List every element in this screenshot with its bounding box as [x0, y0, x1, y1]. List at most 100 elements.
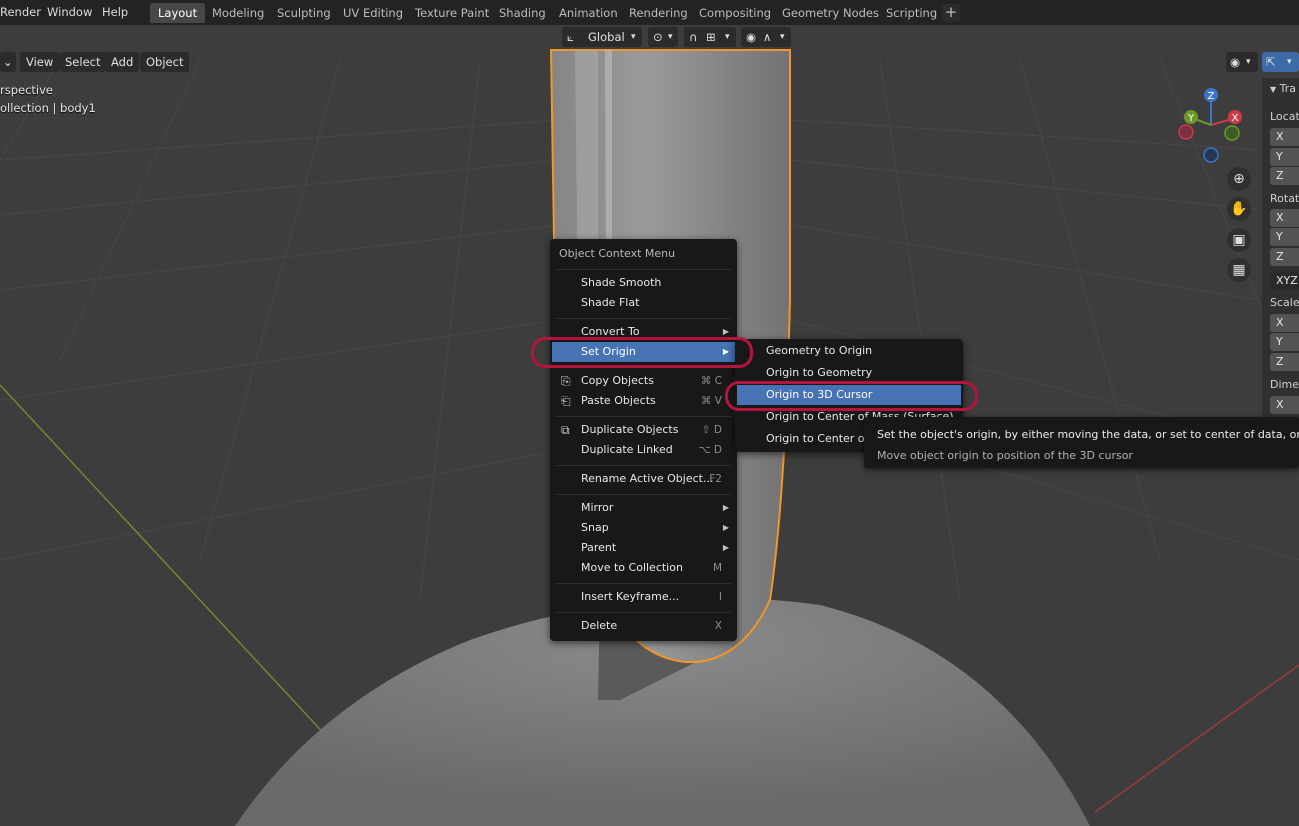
parent-item[interactable]: Parent ▶ — [552, 538, 735, 558]
rotation-label: Rotati — [1270, 192, 1299, 205]
grid-ortho-icon[interactable]: ▦ — [1227, 258, 1251, 282]
snapping-dropdown[interactable]: ∩ ⊞ ▾ — [684, 27, 736, 47]
proportional-editing-dropdown[interactable]: ◉ ∧ ▾ — [741, 27, 791, 47]
navigation-gizmo[interactable]: Z X Y — [1170, 83, 1255, 168]
menu-window[interactable]: Window — [47, 3, 92, 21]
editor-type-dropdown[interactable]: ⌄ — [0, 52, 16, 72]
tab-animation[interactable]: Animation — [551, 3, 626, 23]
tab-shading[interactable]: Shading — [491, 3, 554, 23]
chevron-down-icon: ▾ — [725, 32, 730, 42]
location-y-field[interactable]: Y — [1270, 148, 1299, 166]
scale-z-field[interactable]: Z — [1270, 353, 1299, 371]
origin-to-3d-cursor-annotation — [725, 381, 978, 411]
tab-sculpting[interactable]: Sculpting — [269, 3, 339, 23]
tab-scripting[interactable]: Scripting — [878, 3, 945, 23]
hand-pan-icon[interactable]: ✋ — [1227, 197, 1251, 221]
move-to-collection-item[interactable]: Move to Collection M — [552, 558, 735, 578]
copy-objects-item[interactable]: ⎘ Copy Objects ⌘ C — [552, 371, 735, 391]
rotation-mode-dropdown[interactable]: XYZ — [1270, 272, 1299, 290]
rotation-z-field[interactable]: Z — [1270, 248, 1299, 266]
menu-separator — [556, 318, 731, 319]
gizmo-x-label: X — [1232, 113, 1239, 124]
chevron-down-icon: ▾ — [668, 32, 673, 42]
rename-active-object-item[interactable]: Rename Active Object... F2 — [552, 469, 735, 489]
add-workspace-button[interactable]: + — [942, 4, 960, 22]
gizmo-toggle[interactable]: ⇱ ▾ — [1262, 52, 1299, 72]
camera-icon[interactable]: ▣ — [1227, 228, 1251, 252]
x-axis-line — [1094, 664, 1299, 813]
submenu-arrow-icon: ▶ — [722, 523, 729, 532]
tab-rendering[interactable]: Rendering — [621, 3, 696, 23]
item-label: Rename Active Object... — [581, 472, 714, 485]
item-label: Duplicate Linked — [581, 443, 673, 456]
tooltip-description: Set the object's origin, by either movin… — [877, 428, 1299, 441]
object-menu[interactable]: Object — [140, 52, 190, 72]
geometry-to-origin-item[interactable]: Geometry to Origin — [737, 341, 961, 361]
rotation-x-field[interactable]: X — [1270, 209, 1299, 227]
location-z-field[interactable]: Z — [1270, 167, 1299, 185]
mirror-item[interactable]: Mirror ▶ — [552, 498, 735, 518]
shortcut-label: ⇧ D — [701, 424, 722, 436]
zoom-icon[interactable]: ⊕ — [1227, 167, 1251, 191]
location-label: Locat — [1270, 110, 1299, 123]
rotation-y-field[interactable]: Y — [1270, 228, 1299, 246]
set-origin-annotation — [531, 337, 753, 368]
tab-texture-paint[interactable]: Texture Paint — [407, 3, 497, 23]
tab-modeling[interactable]: Modeling — [204, 3, 272, 23]
menu-help[interactable]: Help — [102, 3, 128, 21]
paste-objects-item[interactable]: ⎗ Paste Objects ⌘ V — [552, 391, 735, 411]
menu-render[interactable]: Render — [0, 3, 41, 21]
snap-item[interactable]: Snap ▶ — [552, 518, 735, 538]
location-x-field[interactable]: X — [1270, 128, 1299, 146]
submenu-arrow-icon: ▶ — [722, 503, 729, 512]
shade-smooth-item[interactable]: Shade Smooth — [552, 273, 735, 293]
tooltip: Set the object's origin, by either movin… — [864, 417, 1299, 468]
tab-geometry-nodes[interactable]: Geometry Nodes — [774, 3, 887, 23]
scale-x-field[interactable]: X — [1270, 314, 1299, 332]
origin-to-geometry-item[interactable]: Origin to Geometry — [737, 363, 961, 383]
gizmo-icon: ⇱ — [1266, 55, 1276, 69]
orientation-icon: ⟀ — [567, 30, 574, 44]
pivot-point-dropdown[interactable]: ⊙ ▾ — [648, 27, 678, 47]
transform-orientation-dropdown[interactable]: ⟀ Global ▾ — [562, 27, 642, 47]
add-menu[interactable]: Add — [105, 52, 140, 72]
duplicate-linked-item[interactable]: Duplicate Linked ⌥ D — [552, 440, 735, 460]
menu-separator — [556, 494, 731, 495]
chevron-down-icon: ▾ — [1287, 57, 1292, 67]
shade-flat-item[interactable]: Shade Flat — [552, 293, 735, 313]
gizmo-y-label: Y — [1187, 113, 1195, 124]
dimensions-label: Dimen — [1270, 378, 1299, 391]
menu-separator — [556, 465, 731, 466]
shortcut-label: ⌘ V — [700, 395, 722, 407]
visibility-dropdown[interactable]: ◉ ▾ — [1226, 52, 1258, 72]
item-label: Shade Smooth — [581, 276, 662, 289]
top-menu-bar: Render Window Help Layout Modeling Sculp… — [0, 0, 1299, 25]
select-menu[interactable]: Select — [59, 52, 107, 72]
object-context-menu: Object Context Menu Shade Smooth Shade F… — [550, 239, 737, 641]
shortcut-label: M — [712, 562, 722, 574]
duplicate-icon: ⧉ — [561, 423, 570, 437]
shortcut-label: F2 — [709, 473, 722, 485]
pivot-icon: ⊙ — [653, 30, 663, 44]
scale-y-field[interactable]: Y — [1270, 333, 1299, 351]
menu-separator — [556, 583, 731, 584]
shortcut-label: ⌘ C — [700, 375, 722, 387]
chevron-down-icon: ▾ — [631, 32, 636, 42]
view-menu[interactable]: View — [20, 52, 60, 72]
y-axis-line — [0, 384, 331, 741]
transform-section-header[interactable]: ▼ Tra — [1270, 82, 1296, 95]
proportional-icon: ◉ — [746, 30, 757, 44]
eye-icon: ◉ — [1230, 55, 1241, 69]
menu-separator — [556, 612, 731, 613]
menu-separator — [556, 269, 731, 270]
delete-item[interactable]: Delete X — [552, 616, 735, 636]
tab-compositing[interactable]: Compositing — [691, 3, 779, 23]
tab-uv-editing[interactable]: UV Editing — [335, 3, 411, 23]
duplicate-objects-item[interactable]: ⧉ Duplicate Objects ⇧ D — [552, 420, 735, 440]
item-label: Move to Collection — [581, 561, 683, 574]
falloff-icon: ∧ — [763, 30, 772, 44]
insert-keyframe-item[interactable]: Insert Keyframe... I — [552, 587, 735, 607]
tab-layout[interactable]: Layout — [150, 3, 206, 23]
dimensions-x-field[interactable]: X — [1270, 396, 1299, 414]
item-label: Shade Flat — [581, 296, 640, 309]
